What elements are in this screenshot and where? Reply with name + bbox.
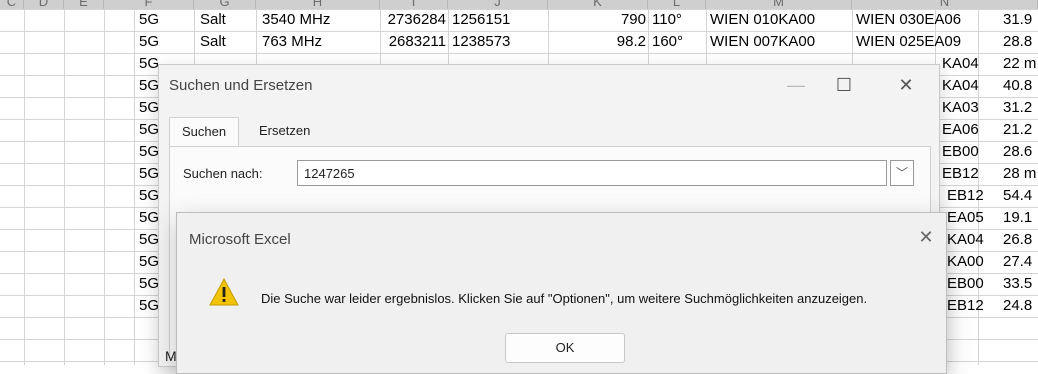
cell[interactable]: 27.4 [1003,251,1032,273]
cell[interactable]: 5G [139,251,159,273]
cell[interactable]: 31.2 [1003,97,1032,119]
partial-label: M [165,348,177,364]
cell[interactable]: 21.2 [1003,119,1032,141]
cell[interactable]: 40.8 [1003,75,1032,97]
cell[interactable]: 5G [139,207,159,229]
cell[interactable]: 28.6 [1003,141,1032,163]
cell[interactable]: WIEN 007KA00 [710,31,815,53]
cell[interactable]: 54.4 [1003,185,1032,207]
cell[interactable]: 3540 MHz [262,9,330,31]
cell[interactable]: KA00 [947,251,984,273]
column-header[interactable]: C [0,0,24,9]
cell[interactable]: 5G [139,141,159,163]
cell[interactable]: 110° [652,9,682,31]
column-header[interactable]: I [380,0,448,9]
cell[interactable]: 5G [139,295,159,317]
cell[interactable]: 98.2 [548,31,646,53]
column-header[interactable]: G [194,0,256,9]
cell[interactable]: EB12 [947,185,984,207]
cell[interactable]: 5G [139,119,159,141]
cell[interactable]: WIEN 030EA06 [856,9,961,31]
message-title: Microsoft Excel [189,231,291,248]
column-header[interactable]: L [648,0,706,9]
cell[interactable]: EB00 [947,273,984,295]
cell[interactable]: 5G [139,9,159,31]
dialog-title: Suchen und Ersetzen [169,77,313,94]
cell[interactable]: EA05 [947,207,984,229]
cell[interactable]: 5G [139,229,159,251]
ok-button[interactable]: OK [505,333,625,363]
cell[interactable]: EA06 [942,119,979,141]
cell[interactable]: WIEN 025EA09 [856,31,961,53]
cell[interactable]: KA03 [942,97,979,119]
warning-icon [209,277,239,306]
tab-ersetzen[interactable]: Ersetzen [247,117,322,145]
column-header[interactable]: H [256,0,380,9]
column-header-bar: C D E F G H I J K L M N [0,0,1038,9]
cell[interactable]: 1238573 [452,31,510,53]
minimize-button[interactable]: — [781,71,811,99]
cell[interactable]: 2736284 [380,9,446,31]
cell[interactable]: 5G [139,31,159,53]
column-header[interactable]: D [24,0,64,9]
cell[interactable]: 5G [139,75,159,97]
column-header[interactable]: F [104,0,194,9]
cell[interactable]: 5G [139,185,159,207]
cell[interactable]: 5G [139,97,159,119]
column-header[interactable]: J [448,0,548,9]
column-header[interactable]: K [548,0,648,9]
cell[interactable]: 5G [139,163,159,185]
chevron-down-icon[interactable]: ﹀ [890,160,914,186]
cell[interactable]: 790 [548,9,646,31]
column-header[interactable]: M [706,0,852,9]
cell[interactable]: 28 m [1003,163,1036,185]
cell[interactable]: 2683211 [380,31,446,53]
cell[interactable]: 1256151 [452,9,510,31]
cell[interactable]: 33.5 [1003,273,1032,295]
cell[interactable]: 22 m [1003,53,1036,75]
cell[interactable]: 19.1 [1003,207,1032,229]
cell[interactable]: Salt [200,31,226,53]
cell[interactable]: 5G [139,53,159,75]
close-button[interactable]: ✕ [891,71,921,99]
search-label: Suchen nach: [183,166,263,181]
column-header[interactable]: N [852,0,1038,9]
column-header[interactable]: E [64,0,104,9]
close-icon[interactable]: ✕ [914,225,938,249]
cell[interactable]: 31.9 [1003,9,1032,31]
message-text: Die Suche war leider ergebnislos. Klicke… [261,291,868,306]
cell[interactable]: WIEN 010KA00 [710,9,815,31]
cell[interactable]: 24.8 [1003,295,1032,317]
cell[interactable]: EB12 [942,163,979,185]
cell[interactable]: KA04 [942,75,979,97]
message-dialog: Microsoft Excel ✕ Die Suche war leider e… [176,212,947,374]
cell[interactable]: EB00 [942,141,979,163]
tab-suchen[interactable]: Suchen [169,117,240,146]
maximize-button[interactable]: ☐ [829,71,859,99]
cell[interactable]: KA04 [947,229,984,251]
cell[interactable]: 160° [652,31,683,53]
cell[interactable]: EB12 [947,295,984,317]
cell[interactable]: 26.8 [1003,229,1032,251]
cell[interactable]: Salt [200,9,226,31]
cell[interactable]: 5G [139,273,159,295]
cell[interactable]: 763 MHz [262,31,322,53]
cell[interactable]: KA04 [942,53,979,75]
search-input[interactable]: 1247265 [297,160,887,186]
cell[interactable]: 28.8 [1003,31,1032,53]
